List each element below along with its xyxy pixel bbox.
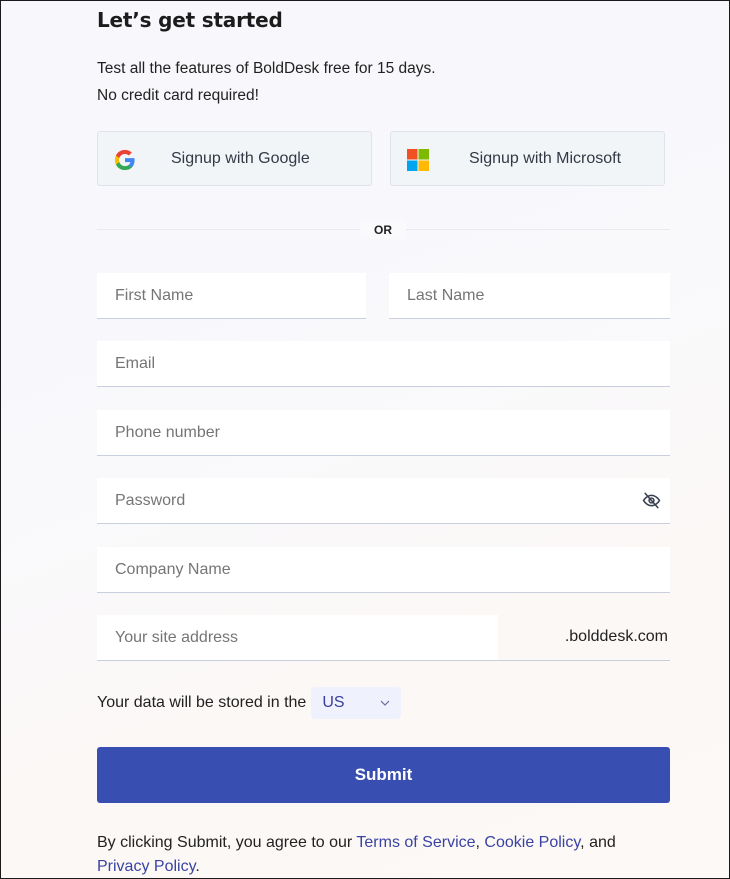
terms-prefix: By clicking Submit, you agree to our [97,834,357,851]
subtitle-trial: Test all the features of BoldDesk free f… [97,60,436,77]
data-region-label: Your data will be stored in the [97,694,307,711]
subtitle-no-card: No credit card required! [97,87,259,104]
microsoft-logo-icon [407,149,429,171]
eye-off-icon[interactable] [642,491,661,510]
signup-microsoft-button[interactable]: Signup with Microsoft [390,131,665,186]
phone-field [97,410,670,456]
company-input[interactable] [97,547,670,592]
terms-suffix: . [195,858,200,875]
google-logo-icon [114,149,135,171]
terms-separator-2: , and [580,834,616,851]
or-divider-label: OR [360,221,406,239]
site-address-field: .bolddesk.com [97,615,670,661]
signup-google-button[interactable]: Signup with Google [97,131,372,186]
terms-notice: By clicking Submit, you agree to our Ter… [97,831,657,879]
last-name-input[interactable] [389,273,670,318]
site-address-input[interactable] [97,615,498,660]
first-name-field [97,273,366,319]
signup-microsoft-label: Signup with Microsoft [469,150,622,167]
first-name-input[interactable] [97,273,366,318]
company-field [97,547,670,593]
last-name-field [389,273,670,319]
cookie-policy-link[interactable]: Cookie Policy [484,834,580,851]
signup-google-label: Signup with Google [171,150,310,167]
chevron-down-icon [380,700,390,706]
email-field [97,341,670,387]
password-field [97,478,670,524]
phone-input[interactable] [97,410,670,455]
data-region-row: Your data will be stored in the US [97,687,402,719]
privacy-policy-link[interactable]: Privacy Policy [97,858,195,875]
data-region-value: US [322,694,345,711]
password-input[interactable] [97,478,670,523]
email-input[interactable] [97,341,670,386]
page-title: Let’s get started [97,8,283,32]
site-domain-suffix: .bolddesk.com [564,628,668,645]
terms-of-service-link[interactable]: Terms of Service [356,834,475,851]
data-region-select[interactable]: US [311,687,402,719]
submit-button[interactable]: Submit [97,747,670,803]
